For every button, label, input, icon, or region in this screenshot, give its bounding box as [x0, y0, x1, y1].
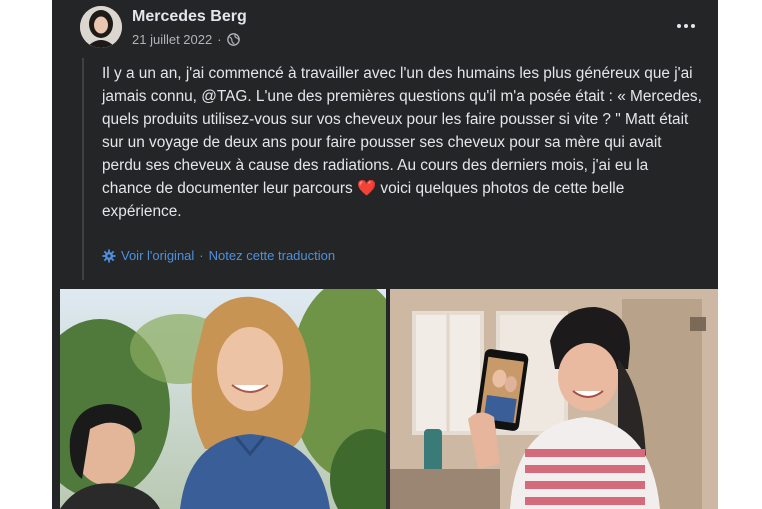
more-dot [691, 24, 695, 28]
more-options-icon[interactable] [672, 16, 700, 36]
gear-icon [102, 248, 116, 263]
more-dot [677, 24, 681, 28]
facebook-post: Mercedes Berg 21 juillet 2022 · Il y a u… [52, 0, 718, 509]
translation-links: Voir l'original · Notez cette traduction [102, 248, 335, 263]
globe-icon [226, 33, 240, 46]
meta-separator: · [217, 32, 222, 47]
photo-mother-with-phone[interactable] [390, 289, 718, 509]
post-header: Mercedes Berg 21 juillet 2022 · [80, 6, 700, 54]
photo-grid [60, 289, 718, 509]
rate-translation-link[interactable]: Notez cette traduction [209, 248, 335, 263]
translated-content: Il y a un an, j'ai commencé à travailler… [82, 58, 704, 280]
see-original-link[interactable]: Voir l'original [121, 248, 194, 263]
author-name[interactable]: Mercedes Berg [132, 8, 247, 26]
photo-man-and-mother[interactable] [60, 289, 386, 509]
post-meta: 21 juillet 2022 · [132, 32, 240, 47]
link-separator: · [199, 248, 204, 263]
heart-emoji: ❤️ [356, 180, 377, 197]
more-dot [684, 24, 688, 28]
author-avatar[interactable] [80, 6, 122, 48]
post-date[interactable]: 21 juillet 2022 [132, 32, 212, 47]
post-body: Il y a un an, j'ai commencé à travailler… [102, 62, 702, 223]
post-body-text: Il y a un an, j'ai commencé à travailler… [102, 65, 702, 197]
